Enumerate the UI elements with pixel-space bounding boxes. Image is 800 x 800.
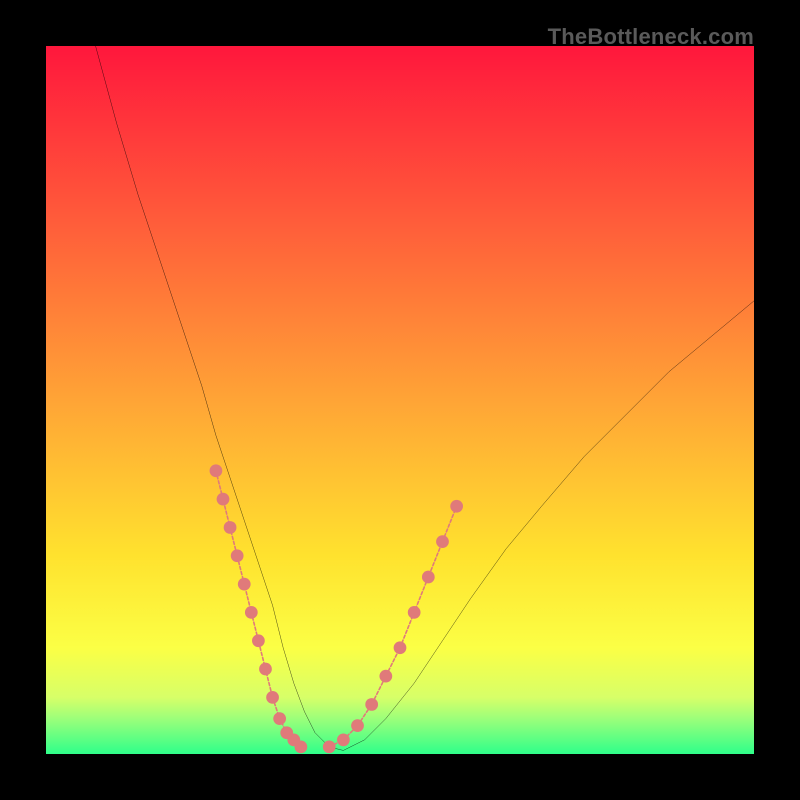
tolerance-markers-left-dot	[210, 464, 223, 477]
tolerance-markers-left-dot	[224, 521, 237, 534]
plot-area	[46, 46, 754, 754]
tolerance-markers-left-dot	[238, 578, 251, 591]
tolerance-markers-left-dot	[266, 691, 279, 704]
tolerance-markers-right-dot	[323, 741, 336, 754]
tolerance-markers-left-dot	[252, 634, 265, 647]
tolerance-markers-left-dot	[259, 663, 272, 676]
tolerance-markers-right-dot	[365, 698, 378, 711]
tolerance-markers-right-dot	[408, 606, 421, 619]
tolerance-markers-left-dash	[216, 471, 301, 747]
tolerance-markers-right-dot	[450, 500, 463, 513]
tolerance-markers-left-dot	[245, 606, 258, 619]
tolerance-markers-left-dot	[273, 712, 286, 725]
tolerance-markers-right-dot	[436, 535, 449, 548]
figure-root: TheBottleneck.com	[0, 0, 800, 800]
main-curve	[96, 46, 754, 750]
tolerance-markers-right-dot	[422, 571, 435, 584]
tolerance-markers-right-dot	[351, 719, 364, 732]
tolerance-markers-left-dot	[295, 741, 308, 754]
tolerance-markers-right-dot	[379, 670, 392, 683]
tolerance-markers-left-dot	[217, 493, 230, 506]
tolerance-markers-right-dot	[337, 733, 350, 746]
curve-layer	[46, 46, 754, 754]
tolerance-markers-right-dot	[394, 641, 407, 654]
watermark-text: TheBottleneck.com	[548, 24, 754, 50]
tolerance-markers-left-dot	[231, 549, 244, 562]
